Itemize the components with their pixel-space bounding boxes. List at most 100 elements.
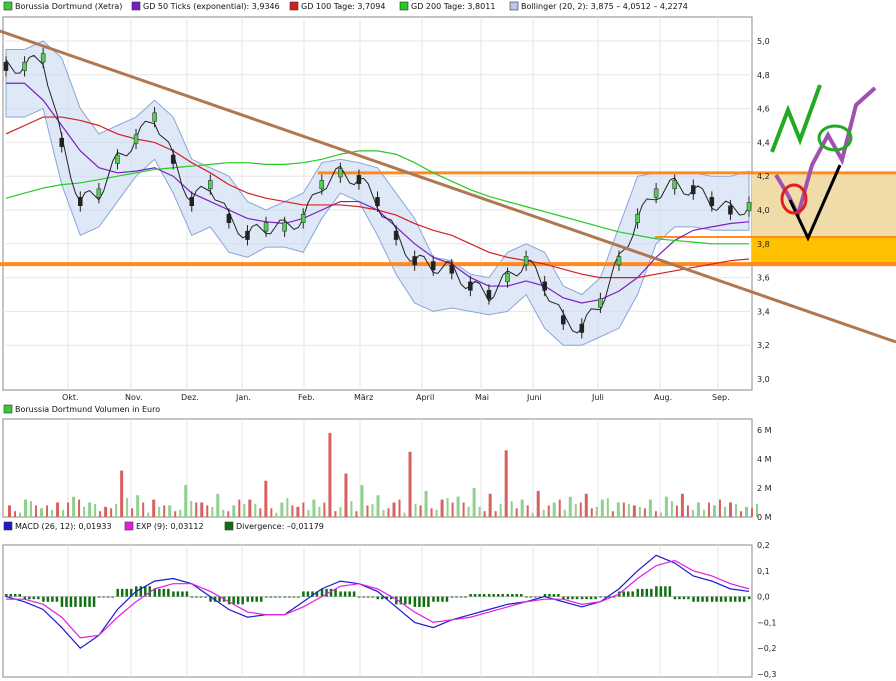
- legend-swatch: [289, 1, 299, 11]
- price-candle: [412, 256, 417, 266]
- stock-chart: 5,0 4,8 4,6 4,4 4,2 4,0 3,8 3,6 3,4 3,2 3,0 Okt. No…: [0, 1, 896, 679]
- volume-bar: [446, 498, 449, 517]
- price-candle: [189, 197, 194, 207]
- divergence-bar: [580, 596, 584, 600]
- volume-bar: [40, 508, 44, 517]
- month-label: Feb.: [298, 393, 315, 402]
- divergence-bar: [705, 596, 709, 602]
- volume-bar: [24, 499, 28, 517]
- volume-bar: [616, 502, 620, 517]
- volume-bar: [707, 502, 710, 517]
- divergence-bar: [506, 594, 510, 597]
- legend-swatch: [509, 1, 519, 11]
- divergence-bar: [645, 588, 649, 597]
- divergence-bar: [250, 596, 254, 602]
- macd-tick-label: −0,2: [757, 644, 776, 653]
- volume-bar: [195, 502, 198, 517]
- divergence-bar: [278, 596, 282, 598]
- divergence-bar: [589, 596, 593, 600]
- divergence-bar: [102, 596, 105, 598]
- macd-tick-label: 0,0: [757, 593, 770, 602]
- divergence-bar: [366, 596, 370, 598]
- volume-bar: [494, 511, 497, 517]
- price-tick-label: 4,6: [757, 105, 770, 114]
- volume-tick-label: 2 M: [757, 484, 772, 493]
- volume-bar: [462, 502, 465, 517]
- price-candle: [263, 222, 269, 232]
- divergence-bar: [418, 596, 421, 607]
- volume-bar: [131, 508, 134, 517]
- volume-bar: [590, 508, 593, 517]
- price-candle: [616, 256, 622, 266]
- legend-label: Bollinger (20, 2): 3,875 – 4,0512 – 4,22…: [521, 2, 688, 11]
- divergence-bar: [362, 596, 365, 598]
- divergence-bar: [97, 596, 101, 598]
- volume-bar: [62, 509, 65, 517]
- volume-bar: [147, 512, 150, 517]
- volume-bar: [270, 508, 273, 517]
- divergence-bar: [60, 596, 64, 607]
- price-tick-label: 3,2: [757, 341, 770, 350]
- divergence-bar: [111, 596, 114, 598]
- divergence-bar: [729, 596, 732, 602]
- volume-bar: [248, 499, 252, 517]
- volume-bar: [456, 496, 460, 517]
- legend-label: Divergence: –0,01179: [236, 522, 324, 531]
- divergence-bar: [302, 591, 305, 597]
- divergence-bar: [432, 596, 435, 602]
- volume-bar: [627, 503, 630, 517]
- volume-bar: [51, 509, 54, 517]
- volume-bar: [648, 499, 652, 517]
- divergence-bar: [529, 596, 533, 598]
- volume-bar: [366, 505, 369, 517]
- divergence-bar: [742, 596, 746, 602]
- volume-bar: [643, 508, 646, 517]
- divergence-bar: [306, 591, 310, 597]
- price-candle: [356, 175, 362, 185]
- legend-swatch: [3, 521, 13, 531]
- divergence-bar: [459, 596, 463, 598]
- volume-bar: [275, 512, 278, 517]
- volume-bar: [686, 505, 689, 517]
- volume-bar: [579, 502, 582, 517]
- volume-bar: [8, 505, 11, 517]
- divergence-bar: [185, 591, 189, 597]
- divergence-bar: [668, 586, 672, 597]
- volume-bar: [536, 490, 540, 517]
- price-candle: [59, 137, 64, 147]
- volume-bar: [280, 502, 284, 517]
- volume-bar: [371, 503, 374, 517]
- divergence-bar: [469, 594, 472, 597]
- divergence-bar: [55, 596, 59, 602]
- volume-bar: [654, 511, 657, 517]
- divergence-bar: [408, 596, 412, 605]
- divergence-bar: [482, 594, 486, 597]
- volume-bar: [19, 512, 21, 517]
- divergence-bar: [343, 591, 347, 597]
- volume-bar: [174, 511, 177, 517]
- divergence-bar: [241, 596, 244, 605]
- volume-bar: [728, 502, 732, 517]
- divergence-bar: [51, 596, 54, 602]
- volume-bar: [670, 501, 673, 517]
- divergence-bar: [413, 596, 417, 607]
- legend-label: GD 200 Tage: 3,8011: [411, 2, 495, 11]
- price-candle: [561, 315, 566, 325]
- divergence-bar: [525, 596, 528, 598]
- divergence-bar: [673, 596, 677, 600]
- volume-bar: [179, 509, 182, 517]
- price-candle: [393, 230, 399, 240]
- volume-bar: [168, 505, 172, 517]
- divergence-bar: [265, 596, 268, 598]
- volume-bar: [734, 503, 737, 517]
- divergence-bar: [371, 596, 374, 598]
- divergence-bar: [79, 596, 82, 607]
- volume-bar: [478, 506, 481, 517]
- volume-bar: [200, 502, 204, 517]
- price-candle: [115, 154, 120, 164]
- volume-bar: [745, 506, 748, 517]
- volume-bar: [483, 511, 486, 517]
- divergence-bar: [487, 594, 491, 597]
- legend-label: GD 100 Tage: 3,7094: [301, 2, 385, 11]
- volume-bar: [718, 499, 721, 517]
